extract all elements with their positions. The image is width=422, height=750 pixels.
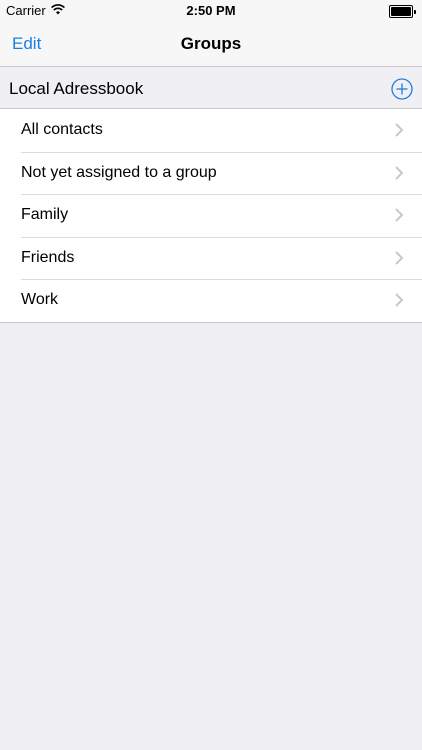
section-title: Local Adressbook <box>9 79 144 98</box>
group-row-friends[interactable]: Friends <box>0 236 422 280</box>
chevron-right-icon <box>395 250 404 265</box>
group-row-family[interactable]: Family <box>0 194 422 237</box>
group-row-all-contacts[interactable]: All contacts <box>0 109 422 152</box>
group-row-unassigned[interactable]: Not yet assigned to a group <box>0 151 422 195</box>
group-label: All contacts <box>21 121 103 138</box>
chevron-right-icon <box>395 208 404 222</box>
section-header: Local Adressbook <box>0 67 422 109</box>
group-label: Not yet assigned to a group <box>21 163 217 181</box>
navigation-bar: Edit Groups <box>0 22 422 67</box>
status-time: 2:50 PM <box>186 3 236 18</box>
chevron-right-icon <box>395 293 404 307</box>
add-group-button[interactable] <box>391 78 413 100</box>
status-bar: Carrier 2:50 PM <box>0 0 422 22</box>
group-row-work[interactable]: Work <box>0 279 422 322</box>
plus-circle-icon <box>391 78 413 104</box>
group-label: Friends <box>21 248 75 266</box>
page-title: Groups <box>180 34 242 53</box>
battery-icon <box>389 5 416 18</box>
group-list: All contacts Not yet assigned to a group… <box>0 108 422 323</box>
group-label: Family <box>21 206 69 223</box>
chevron-right-icon <box>395 165 404 180</box>
group-label: Work <box>21 291 59 308</box>
chevron-right-icon <box>395 123 404 137</box>
